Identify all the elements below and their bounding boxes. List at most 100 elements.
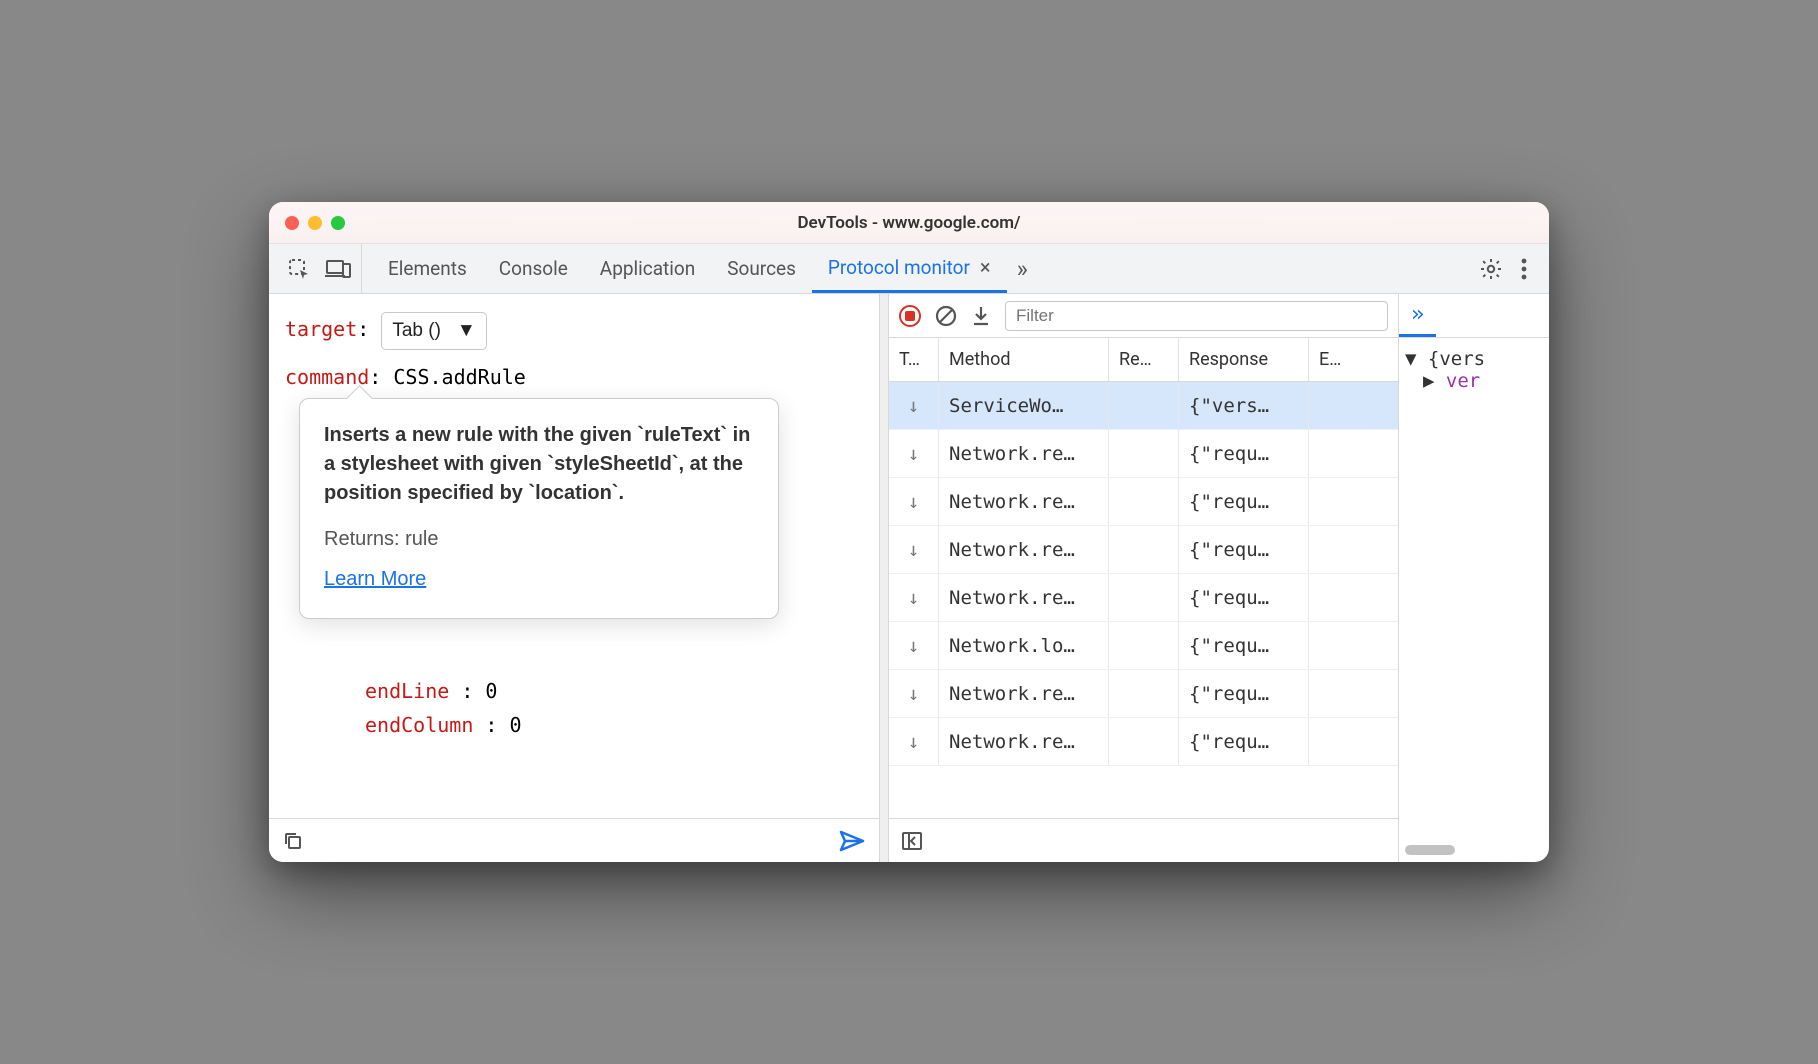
settings-icon[interactable] [1479, 257, 1503, 281]
tab-protocol-monitor[interactable]: Protocol monitor × [812, 244, 1007, 293]
log-row[interactable]: ↓Network.re…{"requ… [889, 478, 1398, 526]
filter-input[interactable] [1005, 301, 1388, 331]
more-tabs-button[interactable]: » [1007, 244, 1038, 293]
cell-request [1109, 718, 1179, 765]
cell-direction: ↓ [889, 382, 939, 429]
window-title: DevTools - www.google.com/ [269, 213, 1549, 233]
cell-response: {"requ… [1179, 430, 1309, 477]
log-row[interactable]: ↓Network.re… {"requ… [889, 574, 1398, 622]
protocol-footer [889, 818, 1398, 862]
download-icon[interactable] [971, 305, 991, 327]
tab-elements[interactable]: Elements [372, 244, 483, 293]
cell-direction: ↓ [889, 622, 939, 669]
cell-response: {"requ… [1179, 478, 1309, 525]
detail-more-tab[interactable]: » [1399, 294, 1436, 337]
tab-console[interactable]: Console [483, 244, 584, 293]
col-elapsed[interactable]: E… [1309, 338, 1353, 381]
cell-elapsed [1309, 430, 1353, 477]
toggle-sidebar-icon[interactable] [901, 831, 923, 851]
cell-response: {"requ… [1179, 574, 1309, 621]
titlebar: DevTools - www.google.com/ [269, 202, 1549, 244]
command-row: command: CSS.addRule [285, 360, 863, 394]
log-row[interactable]: ↓Network.re… {"requ… [889, 670, 1398, 718]
cell-method: Network.re… [939, 574, 1109, 621]
command-editor-footer [269, 818, 879, 862]
cell-direction: ↓ [889, 430, 939, 477]
command-tooltip: Inserts a new rule with the given `ruleT… [299, 398, 779, 619]
log-row[interactable]: ↓Network.re…{"requ… [889, 718, 1398, 766]
cell-direction: ↓ [889, 718, 939, 765]
log-row[interactable]: ↓Network.lo… {"requ… [889, 622, 1398, 670]
inspect-element-icon[interactable] [287, 257, 311, 281]
log-row[interactable]: ↓ServiceWo…{"vers… [889, 382, 1398, 430]
tooltip-returns: Returns: rule [324, 522, 754, 556]
tab-application[interactable]: Application [584, 244, 711, 293]
col-method[interactable]: Method [939, 338, 1109, 381]
pane-splitter[interactable] [879, 294, 889, 862]
cell-elapsed [1309, 382, 1353, 429]
param-key: endColumn [365, 713, 473, 737]
copy-icon[interactable] [283, 831, 303, 851]
cell-method: Network.re… [939, 430, 1109, 477]
log-table-body[interactable]: ↓ServiceWo…{"vers…↓Network.re…{"requ…↓Ne… [889, 382, 1398, 818]
cell-response: {"requ… [1179, 526, 1309, 573]
protocol-log-pane: T… Method Re… Response E… ↓ServiceWo…{"v… [889, 294, 1399, 862]
record-button[interactable] [899, 305, 921, 327]
param-value: 0 [485, 679, 497, 703]
log-row[interactable]: ↓Network.re…{"requ… [889, 526, 1398, 574]
minimize-window-button[interactable] [308, 216, 322, 230]
col-request[interactable]: Re… [1109, 338, 1179, 381]
cell-elapsed [1309, 670, 1353, 717]
cell-request [1109, 622, 1179, 669]
learn-more-link[interactable]: Learn More [324, 568, 426, 590]
response-detail-pane: » ▼ {vers ▶ ver [1399, 294, 1549, 862]
maximize-window-button[interactable] [331, 216, 345, 230]
response-tree[interactable]: ▼ {vers ▶ ver [1399, 338, 1549, 402]
horizontal-scrollbar[interactable] [1405, 845, 1455, 855]
col-type[interactable]: T… [889, 338, 939, 381]
command-label: command [285, 365, 369, 389]
tooltip-description: Inserts a new rule with the given `ruleT… [324, 421, 754, 508]
command-editor-pane: target: Tab () ▼ command: CSS.addRule In… [269, 294, 879, 862]
cell-response: {"vers… [1179, 382, 1309, 429]
target-select[interactable]: Tab () ▼ [381, 312, 486, 350]
cell-elapsed [1309, 478, 1353, 525]
cell-elapsed [1309, 718, 1353, 765]
cell-direction: ↓ [889, 670, 939, 717]
col-response[interactable]: Response [1179, 338, 1309, 381]
tab-label: Elements [388, 257, 467, 280]
cell-response: {"requ… [1179, 622, 1309, 669]
cell-request [1109, 670, 1179, 717]
close-window-button[interactable] [285, 216, 299, 230]
cell-direction: ↓ [889, 574, 939, 621]
tab-sources[interactable]: Sources [711, 244, 812, 293]
tab-label: Sources [727, 257, 796, 280]
more-options-icon[interactable] [1521, 258, 1527, 280]
panel-tabbar: Elements Console Application Sources Protoco… [269, 244, 1549, 294]
cell-response: {"requ… [1179, 718, 1309, 765]
send-command-button[interactable] [839, 830, 865, 852]
tree-child[interactable]: ▶ ver [1405, 370, 1543, 392]
cell-request [1109, 430, 1179, 477]
cell-method: Network.lo… [939, 622, 1109, 669]
dropdown-caret-icon: ▼ [457, 315, 476, 347]
cell-response: {"requ… [1179, 670, 1309, 717]
tab-label: Protocol monitor [828, 256, 970, 279]
clear-icon[interactable] [935, 305, 957, 327]
cell-method: Network.re… [939, 670, 1109, 717]
window-controls [285, 216, 345, 230]
cell-direction: ↓ [889, 478, 939, 525]
tree-root[interactable]: ▼ {vers [1405, 348, 1543, 370]
log-row[interactable]: ↓Network.re… {"requ… [889, 430, 1398, 478]
close-tab-icon[interactable]: × [980, 255, 991, 279]
cell-request [1109, 478, 1179, 525]
log-table-header: T… Method Re… Response E… [889, 338, 1398, 382]
detail-tabs: » [1399, 294, 1549, 338]
command-value[interactable]: CSS.addRule [393, 365, 525, 389]
params-block: endLine : 0endColumn : 0 [365, 674, 863, 742]
target-row: target: Tab () ▼ [285, 312, 863, 350]
tab-label: Application [600, 257, 695, 280]
devtools-window: DevTools - www.google.com/ Elements Conso… [269, 202, 1549, 862]
device-toolbar-icon[interactable] [325, 258, 351, 280]
cell-method: Network.re… [939, 526, 1109, 573]
